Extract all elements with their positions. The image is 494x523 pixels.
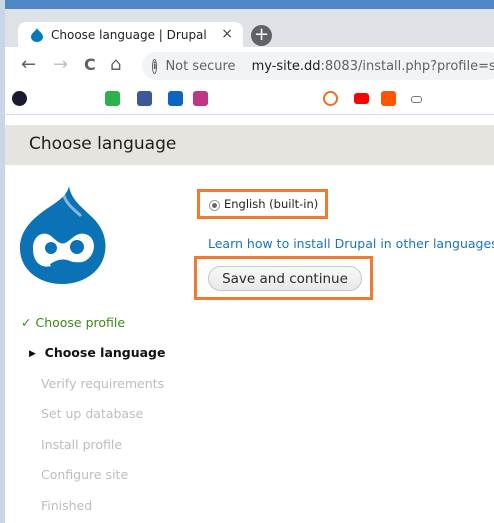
step-set-up-database: Set up database [41,406,144,421]
step-install-profile: Install profile [41,437,123,452]
address-bar[interactable]: i Not secure my-site.dd:8083/install.php… [142,52,494,80]
step-configure-site: Configure site [41,467,129,482]
url-host: my-site.dd [251,58,321,74]
url-path: :8083/install.php?profile=standa [320,58,494,74]
learn-other-languages-link[interactable]: Learn how to install Drupal in other lan… [208,236,494,251]
english-radio[interactable] [209,200,220,211]
page-header: Choose language [5,125,494,165]
home-button[interactable]: ⌂ [110,54,121,75]
checkmark-icon: ✓ [21,315,32,330]
linkedin-icon[interactable] [168,91,183,106]
reload-button[interactable]: C [84,55,96,74]
tab-close-icon[interactable]: × [221,26,233,42]
step-finished: Finished [41,498,93,513]
browser-toolbar: ← → C ⌂ i Not secure my-site.dd:8083/ins… [5,47,494,84]
drupal-favicon-icon [31,27,43,42]
step-verify-requirements: Verify requirements [41,376,165,391]
soundcloud-icon[interactable] [381,91,396,106]
step-choose-language: ▶ Choose language [29,345,166,360]
tumblr-icon[interactable] [12,91,27,106]
ifttt-icon[interactable] [323,91,338,106]
drupal-logo [19,186,106,284]
bookmarks-bar [5,84,494,115]
browser-tab[interactable]: Choose language | Drupal × [18,22,243,47]
forward-button[interactable]: → [53,54,68,75]
security-status: Not secure [165,58,236,74]
instagram-icon[interactable] [193,91,208,106]
tab-title: Choose language | Drupal [51,27,207,42]
feedly-icon[interactable] [105,91,120,106]
step-choose-profile: ✓ Choose profile [21,315,126,330]
info-icon[interactable]: i [152,58,158,74]
new-tab-button[interactable]: + [251,25,272,46]
save-and-continue-button[interactable]: Save and continue [208,266,362,291]
back-button[interactable]: ← [21,54,36,75]
title-bar [5,0,494,9]
youtube-icon[interactable] [354,93,369,104]
tab-strip: Choose language | Drupal × + [5,0,494,47]
english-radio-label[interactable]: English (built-in) [224,197,318,211]
facebook-icon[interactable] [137,91,152,106]
link-icon[interactable] [411,96,422,103]
current-step-arrow-icon: ▶ [29,349,36,359]
page-title: Choose language [29,134,177,154]
